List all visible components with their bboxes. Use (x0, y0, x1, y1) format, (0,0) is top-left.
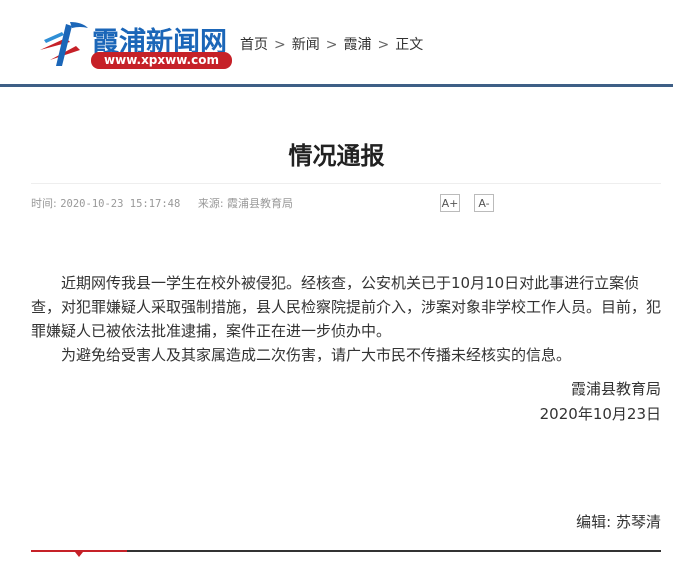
signature-date: 2020年10月23日 (539, 405, 661, 423)
source-value: 霞浦县教育局 (227, 197, 294, 210)
breadcrumb-separator-icon: > (377, 37, 390, 53)
breadcrumb-separator-icon: > (325, 37, 338, 53)
breadcrumb-current: 正文 (395, 37, 424, 53)
logo-url: www.xpxww.com (91, 52, 232, 69)
header-divider (0, 84, 673, 87)
breadcrumb-xiapu[interactable]: 霞浦 (343, 37, 371, 53)
signature-org: 霞浦县教育局 (570, 380, 661, 398)
font-increase-button[interactable]: A+ (440, 194, 460, 212)
source-label: 来源: (197, 197, 224, 210)
breadcrumb-separator-icon: > (274, 37, 286, 53)
bottom-triangle-icon (75, 552, 83, 557)
breadcrumb-home[interactable]: 首页 (240, 37, 268, 53)
meta-divider (31, 183, 661, 184)
breadcrumb: 首页 > 新闻 > 霞浦 > 正文 (240, 34, 423, 54)
article-paragraph: 为避免给受害人及其家属造成二次伤害，请广大市民不传播未经核实的信息。 (61, 346, 572, 364)
article-body: 近期网传我县一学生在校外被侵犯。经核查，公安机关已于10月10日对此事进行立案侦… (31, 271, 661, 367)
font-decrease-button[interactable]: A- (474, 194, 494, 212)
article-meta: 时间: 2020-10-23 15:17:48 来源: 霞浦县教育局 (31, 195, 293, 211)
time-label: 时间: (31, 197, 57, 210)
logo-mark-icon (40, 22, 88, 66)
site-header: 霞浦新闻网 www.xpxww.com 首页 > 新闻 > 霞浦 > 正文 (0, 0, 673, 85)
article-title: 情况通报 (288, 142, 385, 170)
editor-credit: 编辑: 苏琴清 (576, 513, 661, 531)
site-logo[interactable]: 霞浦新闻网 www.xpxww.com (36, 14, 236, 74)
breadcrumb-news[interactable]: 新闻 (292, 37, 320, 53)
publish-time: 2020-10-23 15:17:48 (60, 198, 181, 210)
article-paragraph: 近期网传我县一学生在校外被侵犯。经核查，公安机关已于10月10日对此事进行立案侦… (31, 274, 662, 340)
